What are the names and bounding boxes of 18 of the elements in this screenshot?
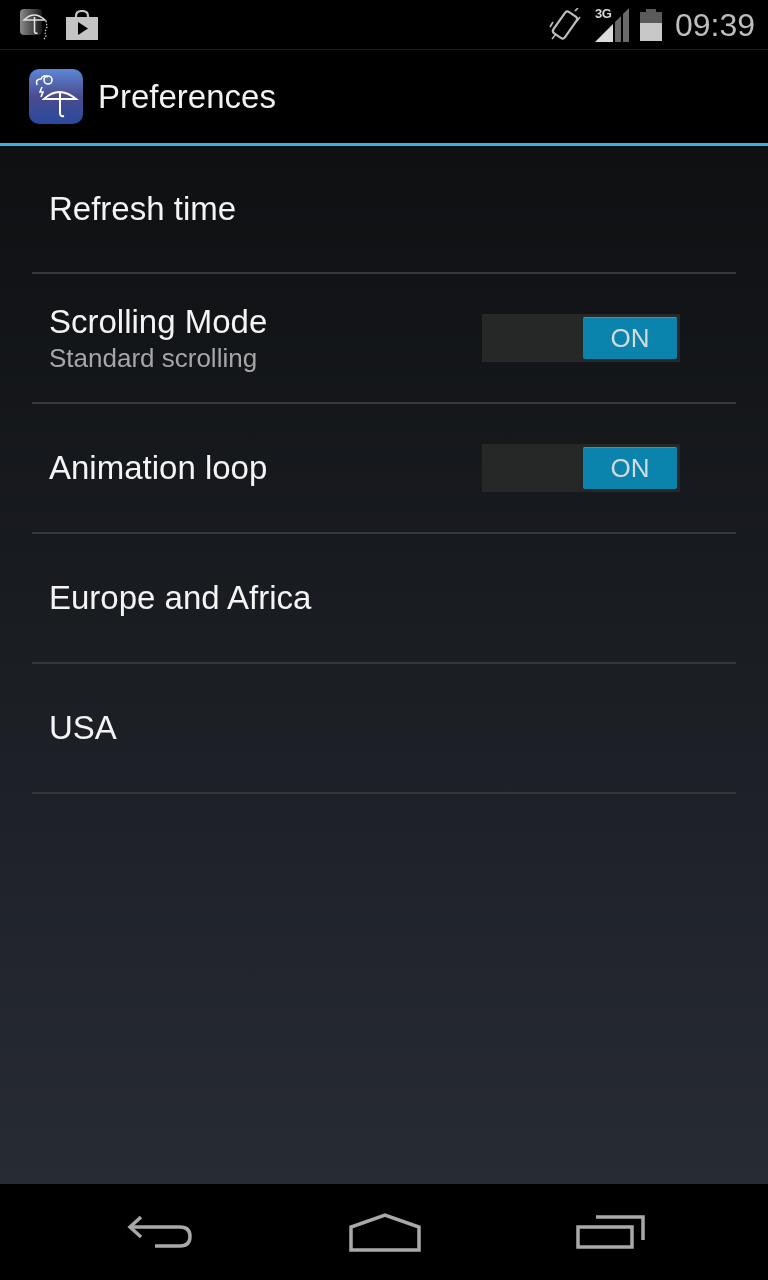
signal-icon [594, 7, 631, 42]
vibrating-phone-icon [548, 7, 581, 42]
setting-summary: Standard scrolling [49, 343, 259, 375]
setting-title[interactable]: Refresh time [49, 189, 237, 229]
clock-time: 09:39 [674, 8, 755, 41]
umbrella-icon [20, 8, 50, 41]
battery-icon [639, 8, 662, 41]
home-icon[interactable] [348, 1212, 421, 1252]
recent-apps-icon[interactable] [576, 1215, 645, 1249]
setting-title[interactable]: Animation loop [49, 448, 268, 488]
setting-title[interactable]: Scrolling Mode [49, 301, 268, 342]
back-icon[interactable] [127, 1215, 193, 1249]
screen-title: Preferences [98, 76, 276, 117]
setting-title[interactable]: USA [49, 708, 117, 748]
umbrella-logo-icon[interactable] [29, 69, 83, 124]
setting-title[interactable]: Europe and Africa [49, 578, 312, 618]
network-type-label: 3G [594, 6, 612, 20]
shopping-bag-icon [66, 9, 98, 40]
